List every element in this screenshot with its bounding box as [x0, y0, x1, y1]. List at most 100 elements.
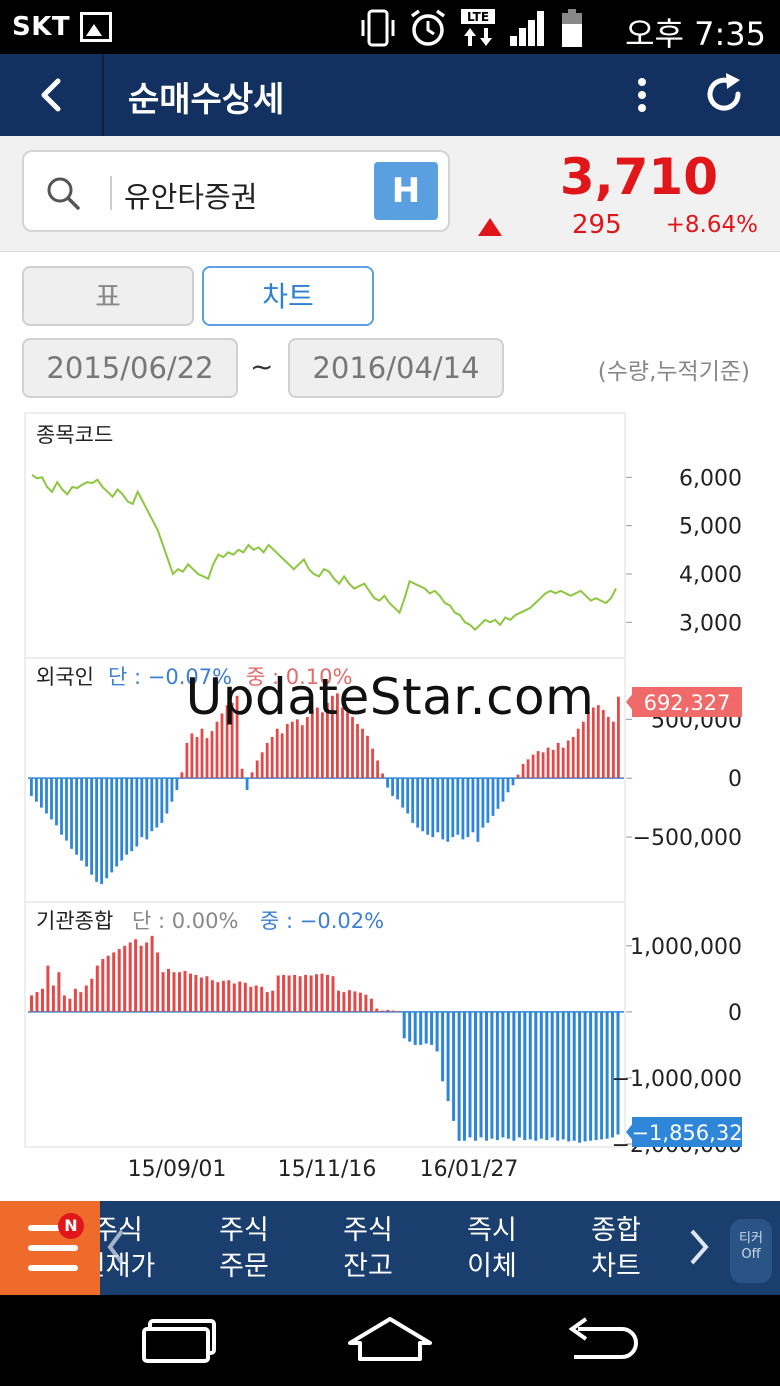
main-menu-button[interactable]: N	[0, 1201, 100, 1295]
chevron-left-icon	[41, 78, 61, 112]
y-tick-label: 5,000	[679, 515, 742, 540]
net-buy-bar	[411, 778, 415, 823]
home-icon[interactable]	[346, 1315, 434, 1365]
net-buy-bar	[581, 721, 585, 779]
chart-svg[interactable]: 종목코드 6,000 5,000 4,000 3,000 15/09/01 15/11/16…	[0, 410, 780, 1195]
net-buy-bar	[260, 986, 264, 1012]
back-button[interactable]	[0, 54, 104, 136]
net-buy-bar	[486, 778, 490, 823]
net-buy-bar	[356, 724, 359, 779]
net-buy-bar	[304, 974, 308, 1012]
net-buy-bar	[571, 737, 575, 779]
bottom-menu-item[interactable]: 즉시 이체	[442, 1213, 542, 1285]
scroll-right-icon[interactable]	[688, 1229, 712, 1265]
net-buy-bar	[534, 1011, 538, 1141]
net-buy-bar	[496, 778, 500, 809]
net-buy-bar	[271, 990, 275, 1012]
net-buy-bar	[501, 778, 505, 802]
net-buy-bar	[210, 980, 214, 1012]
net-buy-bar	[309, 975, 313, 1012]
ticker-toggle[interactable]: 티커 Off	[730, 1219, 772, 1283]
net-buy-bar	[481, 778, 485, 828]
net-buy-bar	[282, 974, 286, 1012]
net-buy-bar	[293, 974, 297, 1012]
net-buy-bar	[561, 747, 565, 779]
start-date-field[interactable]: 2015/06/22	[22, 338, 238, 398]
net-buy-bar	[476, 778, 480, 842]
net-buy-bar	[200, 728, 204, 779]
net-buy-bar	[366, 735, 369, 779]
refresh-button[interactable]	[700, 70, 748, 118]
price-change: 295	[572, 210, 622, 240]
net-buy-bar	[139, 945, 143, 1012]
bottom-menu-item[interactable]: 주식 잔고	[318, 1213, 418, 1285]
net-buy-bar	[512, 1011, 516, 1141]
net-buy-bar	[167, 968, 170, 1012]
net-buy-bar	[364, 994, 368, 1012]
x-tick-label: 15/09/01	[128, 1157, 227, 1182]
net-buy-bar	[517, 1011, 521, 1138]
net-buy-bar	[265, 742, 269, 779]
net-buy-bar	[315, 974, 318, 1012]
net-buy-bar	[541, 752, 545, 779]
net-buy-bar	[260, 752, 264, 779]
net-buy-bar	[456, 778, 460, 835]
net-buy-bar	[491, 778, 495, 816]
signal-icon	[510, 11, 544, 46]
tab-chart[interactable]: 차트	[202, 266, 374, 326]
end-date-field[interactable]: 2016/04/14	[288, 338, 504, 398]
net-buy-bar	[300, 725, 304, 779]
net-buy-bar	[605, 1011, 609, 1139]
net-buy-bar	[243, 982, 247, 1012]
bottom-menu-item-line1: 주식	[343, 1215, 393, 1246]
y-tick-label: 1,000,000	[630, 935, 742, 960]
net-buy-bar	[90, 778, 93, 875]
net-buy-bar	[101, 959, 105, 1012]
net-buy-bar	[57, 972, 61, 1012]
battery-icon	[562, 9, 582, 47]
net-buy-bar	[526, 759, 530, 779]
bottom-menu-item[interactable]: 종합 차트	[566, 1213, 666, 1285]
net-buy-bar	[523, 1011, 527, 1141]
net-buy-bar	[326, 974, 329, 1012]
scroll-left-icon[interactable]	[104, 1227, 128, 1267]
net-buy-bar	[68, 998, 72, 1012]
net-buy-bar	[556, 742, 560, 779]
y-tick-label: 4,000	[679, 563, 742, 588]
more-menu-button[interactable]	[622, 68, 662, 122]
net-buy-bar	[376, 760, 379, 779]
back-nav-icon[interactable]	[560, 1315, 644, 1365]
hamburger-line	[28, 1265, 78, 1271]
alarm-icon	[410, 9, 446, 46]
recent-apps-icon[interactable]	[140, 1317, 220, 1363]
net-buy-bar	[446, 778, 450, 842]
net-buy-bar	[561, 1011, 565, 1140]
x-tick-label: 15/11/16	[278, 1157, 377, 1182]
h-button[interactable]: H	[374, 162, 438, 220]
net-buy-bar	[531, 754, 535, 779]
net-buy-bar	[528, 1011, 532, 1140]
y-tick-label: −1,000,000	[612, 1067, 742, 1092]
net-buy-bar	[125, 778, 129, 855]
net-buy-bar	[185, 742, 189, 779]
net-buy-bar	[391, 1010, 395, 1012]
tab-table[interactable]: 표	[22, 266, 194, 326]
net-buy-bar	[381, 773, 384, 779]
net-buy-bar	[270, 737, 274, 779]
net-buy-bar	[556, 1011, 560, 1141]
net-buy-bar	[446, 1011, 450, 1102]
net-buy-bar	[612, 721, 615, 779]
net-buy-bar	[156, 952, 160, 1012]
net-buy-bar	[479, 1011, 483, 1138]
price-panel-title: 종목코드	[36, 423, 113, 447]
net-buy-bar	[79, 992, 83, 1012]
net-buy-bar	[485, 1011, 488, 1141]
net-buy-bar	[337, 990, 340, 1012]
bottom-menu-item[interactable]: 주식 주문	[194, 1213, 294, 1285]
chart-area[interactable]: 종목코드 6,000 5,000 4,000 3,000 15/09/01 15/11/16…	[0, 410, 780, 1195]
new-badge: N	[58, 1213, 84, 1239]
stock-search-field[interactable]: 유안타증권 H	[22, 150, 450, 232]
net-buy-bar	[521, 764, 525, 779]
net-buy-bar	[160, 778, 164, 823]
net-buy-bar	[606, 717, 610, 779]
